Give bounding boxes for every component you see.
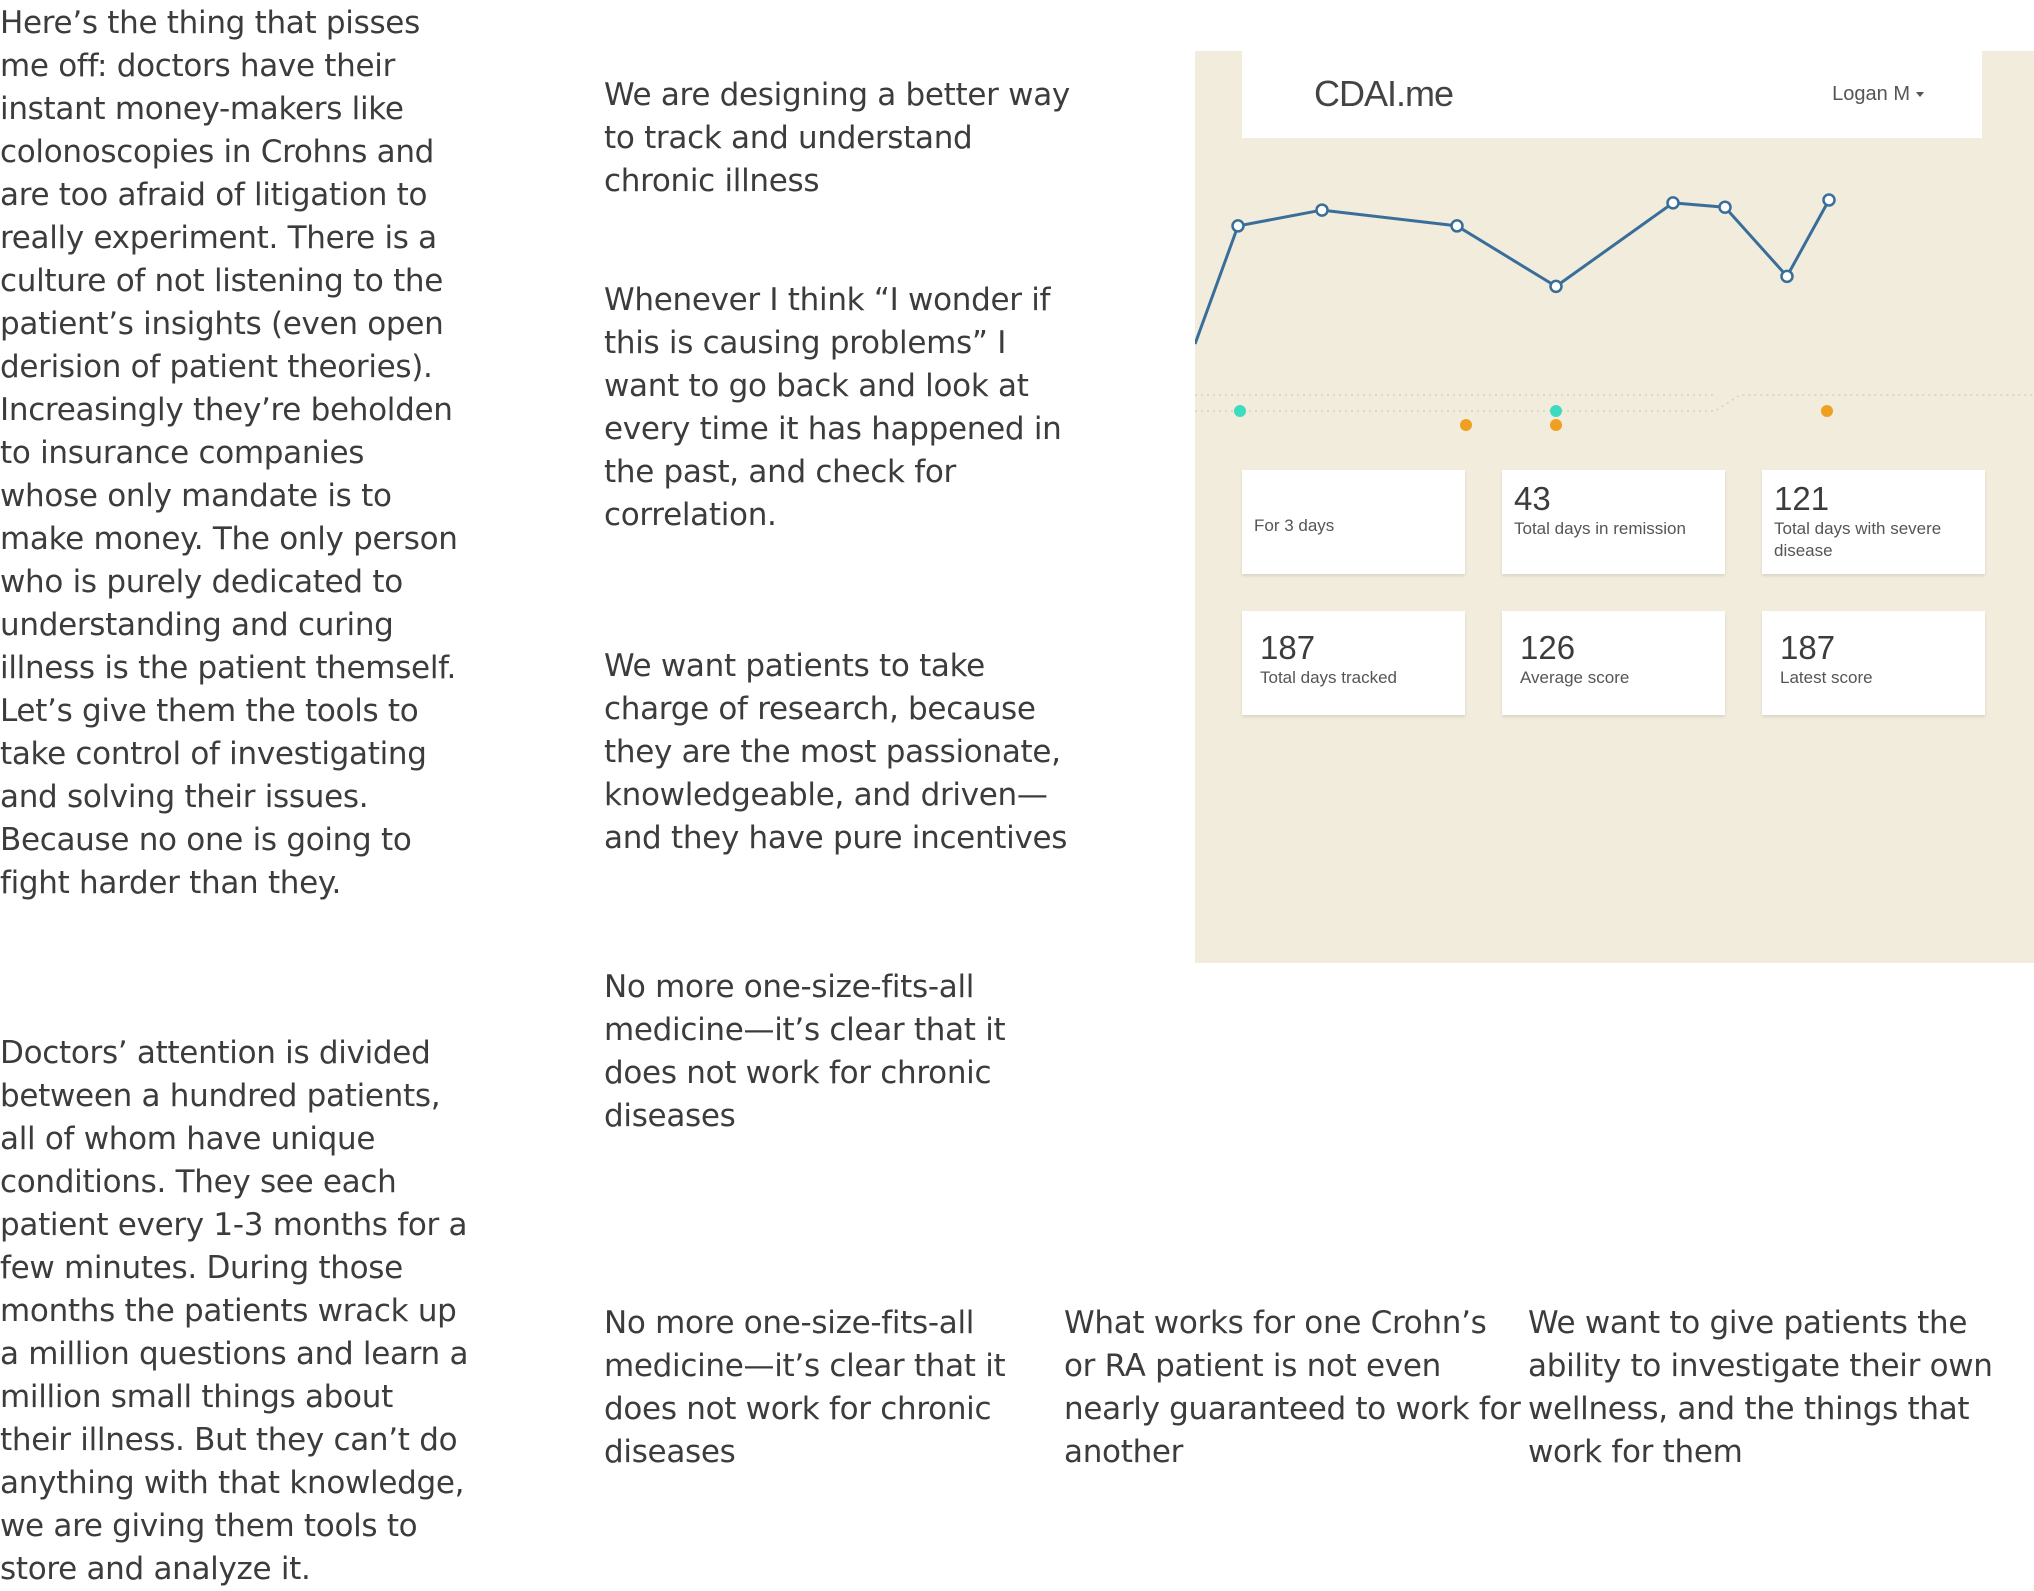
stat-card-latest: 187 Latest score <box>1762 611 1985 715</box>
stat-label: Total days tracked <box>1260 668 1398 687</box>
event-dot <box>1550 405 1562 417</box>
event-dot <box>1550 419 1562 431</box>
stat-label: Total days with severe disease <box>1774 519 1942 560</box>
brand-logo[interactable]: CDAI.me <box>1314 69 1454 119</box>
event-dot <box>1234 405 1246 417</box>
stat-card-average: 126 Average score <box>1502 611 1725 715</box>
stat-card-remission: 43 Total days in remission <box>1502 470 1725 574</box>
data-point <box>1231 219 1245 233</box>
data-point <box>1450 219 1464 233</box>
paragraph-one-size-repeat: No more one-size-fits-all medicine—it’s … <box>604 1305 1006 1470</box>
paragraph-correlation: Whenever I think “I wonder if this is ca… <box>604 282 1062 533</box>
data-point <box>1822 193 1836 207</box>
user-menu[interactable]: Logan M <box>1832 79 1924 109</box>
dashboard-mockup: CDAI.me Logan M For 3 days 43 Total days… <box>1195 51 2034 963</box>
stat-number: 187 <box>1260 629 1316 666</box>
timeline-guide-lower <box>1195 394 2034 412</box>
paragraph-what-works: What works for one Crohn’s or RA patient… <box>1064 1305 1521 1470</box>
event-dot <box>1460 419 1472 431</box>
series-line <box>1195 199 1831 345</box>
stat-number: 126 <box>1520 629 1576 666</box>
paragraph-doctors-incentives: Here’s the thing that pisses me off: doc… <box>0 5 458 901</box>
data-point <box>1780 269 1794 284</box>
stat-number: 43 <box>1514 480 1551 517</box>
stat-number: 121 <box>1774 480 1830 517</box>
stat-label: Total days in remission <box>1514 519 1686 538</box>
caret-down-icon <box>1916 92 1924 98</box>
paragraph-patient-research: We want patients to take charge of resea… <box>604 648 1068 856</box>
data-point <box>1718 200 1732 214</box>
dashboard-header: CDAI.me Logan M <box>1242 51 1982 138</box>
stat-card-tracked: 187 Total days tracked <box>1242 611 1465 715</box>
stat-label: Latest score <box>1780 668 1873 687</box>
paragraph-doctors-attention: Doctors’ attention is divided between a … <box>0 1035 469 1587</box>
stat-number: 187 <box>1780 629 1836 666</box>
paragraph-mission: We are designing a better way to track a… <box>604 77 1070 199</box>
data-point <box>1549 279 1563 294</box>
event-dot <box>1821 405 1833 417</box>
stat-card-streak: For 3 days <box>1242 470 1465 574</box>
stat-card-severe: 121 Total days with severe disease <box>1762 470 1985 574</box>
data-point <box>1315 203 1329 217</box>
paragraph-one-size: No more one-size-fits-all medicine—it’s … <box>604 969 1006 1134</box>
data-point <box>1666 196 1680 210</box>
paragraph-investigate-wellness: We want to give patients the ability to … <box>1528 1305 1993 1470</box>
stat-label: Average score <box>1520 668 1630 687</box>
user-name: Logan M <box>1832 83 1910 105</box>
stat-label: For 3 days <box>1254 516 1335 535</box>
